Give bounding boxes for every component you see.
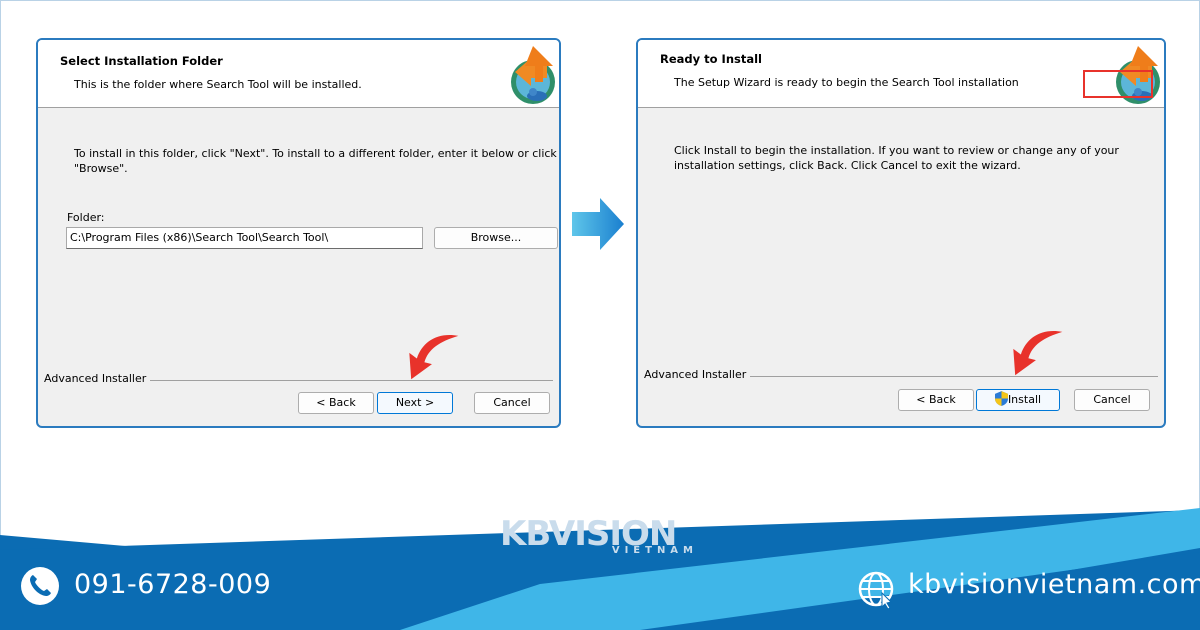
back-button[interactable]: < Back bbox=[898, 389, 974, 411]
ready-to-install-dialog: Ready to Install The Setup Wizard is rea… bbox=[636, 38, 1166, 428]
arrow-right-icon bbox=[572, 198, 624, 250]
dialog-header: Select Installation Folder This is the f… bbox=[38, 40, 559, 108]
shield-icon bbox=[994, 391, 1008, 406]
website-url[interactable]: kbvisionvietnam.com bbox=[908, 569, 1200, 600]
install-button[interactable]: Install bbox=[976, 389, 1060, 411]
red-pointer-arrow-icon bbox=[1013, 331, 1063, 376]
select-folder-dialog: Select Installation Folder This is the f… bbox=[36, 38, 561, 428]
dialog-header: Ready to Install The Setup Wizard is rea… bbox=[638, 40, 1164, 108]
back-button[interactable]: < Back bbox=[298, 392, 374, 414]
branding-label: Advanced Installer bbox=[644, 368, 751, 381]
highlight-box bbox=[1083, 70, 1153, 98]
install-text-line1: Click Install to begin the installation.… bbox=[674, 144, 1119, 157]
phone-number: 091-6728-009 bbox=[74, 569, 272, 600]
instruction-text-line2: "Browse". bbox=[74, 162, 128, 175]
red-pointer-arrow-icon bbox=[409, 335, 459, 380]
installer-logo-icon bbox=[511, 46, 555, 104]
phone-icon bbox=[21, 567, 59, 605]
branding-label: Advanced Installer bbox=[44, 372, 151, 385]
dialog-title: Select Installation Folder bbox=[60, 54, 223, 68]
dialog-subtitle: This is the folder where Search Tool wil… bbox=[74, 78, 362, 91]
kbvision-logo: KBVISION VIETNAM bbox=[500, 514, 700, 564]
install-button-label: Install bbox=[1007, 393, 1042, 406]
brand-sub: VIETNAM bbox=[611, 545, 698, 556]
globe-icon bbox=[858, 571, 894, 609]
next-button[interactable]: Next > bbox=[377, 392, 453, 414]
instruction-text-line1: To install in this folder, click "Next".… bbox=[74, 147, 557, 160]
cancel-button[interactable]: Cancel bbox=[1074, 389, 1150, 411]
install-text-line2: installation settings, click Back. Click… bbox=[674, 159, 1021, 172]
dialog-title: Ready to Install bbox=[660, 52, 763, 66]
browse-button[interactable]: Browse... bbox=[434, 227, 558, 249]
folder-label: Folder: bbox=[67, 211, 105, 224]
folder-path-input[interactable]: C:\Program Files (x86)\Search Tool\Searc… bbox=[66, 227, 423, 249]
dialog-subtitle: The Setup Wizard is ready to begin the S… bbox=[674, 76, 1019, 89]
cancel-button[interactable]: Cancel bbox=[474, 392, 550, 414]
